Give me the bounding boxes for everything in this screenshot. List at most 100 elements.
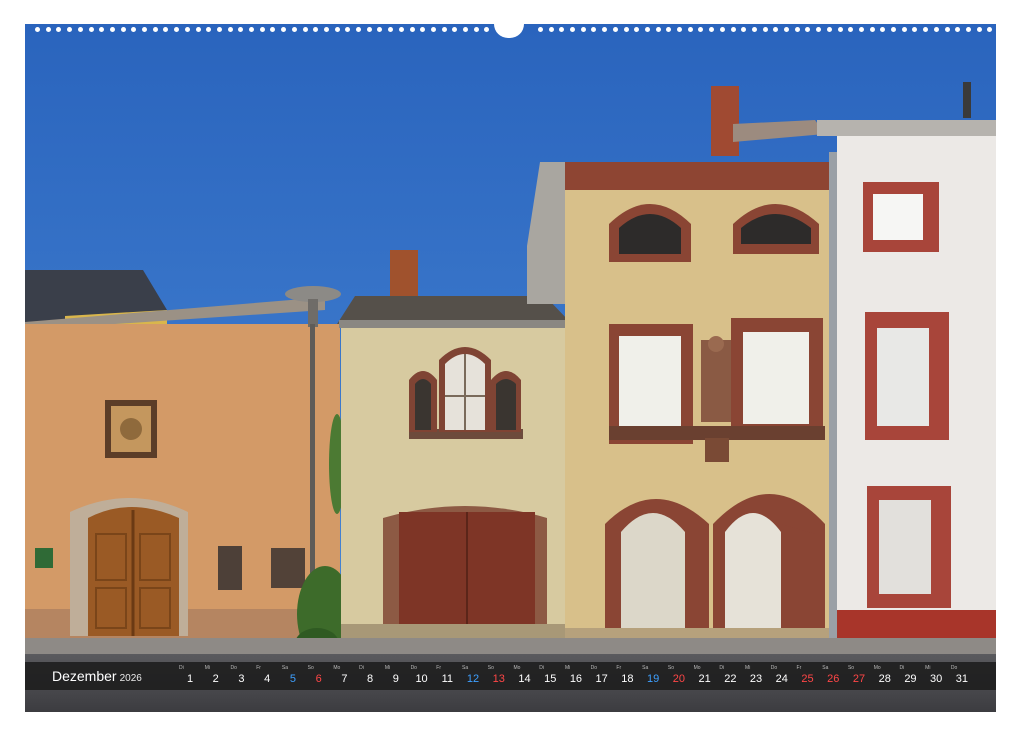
weekday-abbrev: Mi xyxy=(384,665,391,671)
calendar-day: Mi 9 xyxy=(384,664,408,688)
day-number: 31 xyxy=(955,673,969,685)
day-number: 10 xyxy=(415,673,428,685)
weekday-abbrev: Do xyxy=(590,665,598,671)
binding-hole xyxy=(270,27,276,32)
weekday-abbrev: Fr xyxy=(256,665,261,671)
day-number: 27 xyxy=(852,673,866,685)
day-number: 15 xyxy=(544,673,557,685)
weekday-abbrev: So xyxy=(307,665,314,671)
binding-hole xyxy=(612,27,618,32)
binding-hole xyxy=(548,27,554,32)
binding-hole xyxy=(623,27,629,32)
binding-hole xyxy=(773,27,779,32)
binding-hole xyxy=(858,27,864,32)
day-number: 9 xyxy=(392,673,399,685)
day-number: 6 xyxy=(315,673,322,685)
binding-hole xyxy=(291,27,297,32)
calendar-day: Mo 21 xyxy=(693,664,717,688)
day-number: 30 xyxy=(930,673,943,685)
calendar-day: Fr 4 xyxy=(255,664,279,688)
day-number: 22 xyxy=(724,673,737,685)
binding-hole xyxy=(955,27,961,32)
binding-hole xyxy=(452,27,458,32)
binding-hole xyxy=(238,27,244,32)
calendar-day: Do 17 xyxy=(590,664,614,688)
calendar-day: So 13 xyxy=(487,664,511,688)
weekday-abbrev: Mo xyxy=(333,665,341,671)
binding-hole xyxy=(602,27,608,32)
binding-hole xyxy=(131,27,137,32)
binding-hole xyxy=(195,27,201,32)
weekday-abbrev: Di xyxy=(179,665,184,671)
binding-hole xyxy=(377,27,383,32)
weekday-abbrev: Fr xyxy=(616,665,622,671)
day-number: 13 xyxy=(492,673,505,685)
calendar-day: Sa 26 xyxy=(821,664,845,688)
binding-hole xyxy=(784,27,789,32)
day-number: 7 xyxy=(341,673,348,685)
binding-hole xyxy=(259,27,265,32)
binding-hole xyxy=(805,27,811,32)
binding-hole xyxy=(484,27,490,32)
binding-hole xyxy=(976,27,982,32)
binding-hole xyxy=(698,27,704,32)
weekday-abbrev: So xyxy=(847,665,855,671)
calendar-day: Di 8 xyxy=(358,664,382,688)
binding-hole xyxy=(56,27,62,32)
binding-hole xyxy=(677,27,682,32)
binding-hole xyxy=(912,27,918,32)
weekday-abbrev: Mo xyxy=(513,665,521,671)
binding-hole xyxy=(965,27,971,32)
binding-hole xyxy=(634,27,640,32)
weekday-abbrev: Sa xyxy=(462,665,469,671)
day-number: 11 xyxy=(441,673,453,685)
weekday-abbrev: Di xyxy=(719,665,725,671)
binding-hole xyxy=(302,27,308,32)
binding-hole xyxy=(323,27,329,32)
day-number: 20 xyxy=(672,673,685,685)
binding-hole xyxy=(794,27,800,32)
weekday-abbrev: Do xyxy=(230,665,237,671)
binding-hole xyxy=(152,27,158,32)
binding-hole xyxy=(142,27,147,32)
month-label: Dezember 2026 xyxy=(52,667,142,688)
binding-hole xyxy=(120,27,126,32)
day-number: 28 xyxy=(878,673,891,685)
calendar-page: Dezember 2026 Di 1 Mi 2 Do 3 Fr 4 Sa 5 So 6 Mo 7 Di 8 Mi 9… xyxy=(0,0,1020,735)
binding-hole xyxy=(901,27,907,32)
day-number: 12 xyxy=(466,673,480,685)
binding-hole xyxy=(944,27,950,32)
weekday-abbrev: Fr xyxy=(436,665,442,671)
binding-hole xyxy=(67,27,73,32)
calendar-day: Fr 11 xyxy=(435,664,459,688)
day-number: 8 xyxy=(367,673,374,685)
weekday-abbrev: Mi xyxy=(204,665,210,671)
day-number: 3 xyxy=(238,673,245,685)
day-number: 18 xyxy=(621,673,634,685)
binding-hole xyxy=(88,27,94,32)
weekday-abbrev: Di xyxy=(899,665,905,671)
binding-hole xyxy=(409,27,415,32)
calendar-day: Di 29 xyxy=(898,664,922,688)
weekday-abbrev: Fr xyxy=(796,665,802,671)
binding-hole xyxy=(709,27,715,32)
calendar-strip: Dezember 2026 Di 1 Mi 2 Do 3 Fr 4 Sa 5 So 6 Mo 7 Di 8 Mi 9… xyxy=(25,662,996,690)
binding-hole xyxy=(591,27,597,32)
binding-hole xyxy=(366,27,372,32)
houses-illustration xyxy=(25,24,996,712)
binding-hole xyxy=(99,27,105,32)
binding-hole xyxy=(762,27,768,32)
day-number: 24 xyxy=(775,673,788,685)
binding-hole xyxy=(398,27,404,32)
calendar-day: Mi 2 xyxy=(204,664,228,688)
weekday-abbrev: Mi xyxy=(745,665,751,671)
day-number: 26 xyxy=(827,673,840,685)
binding-hole xyxy=(206,27,212,32)
weekday-abbrev: Mo xyxy=(873,665,881,671)
calendar-day: Mo 7 xyxy=(332,664,356,688)
binding-hole xyxy=(463,27,468,32)
left-house xyxy=(25,270,340,639)
day-number: 25 xyxy=(801,673,814,685)
binding-hole xyxy=(826,27,832,32)
binding-hole xyxy=(580,27,586,32)
